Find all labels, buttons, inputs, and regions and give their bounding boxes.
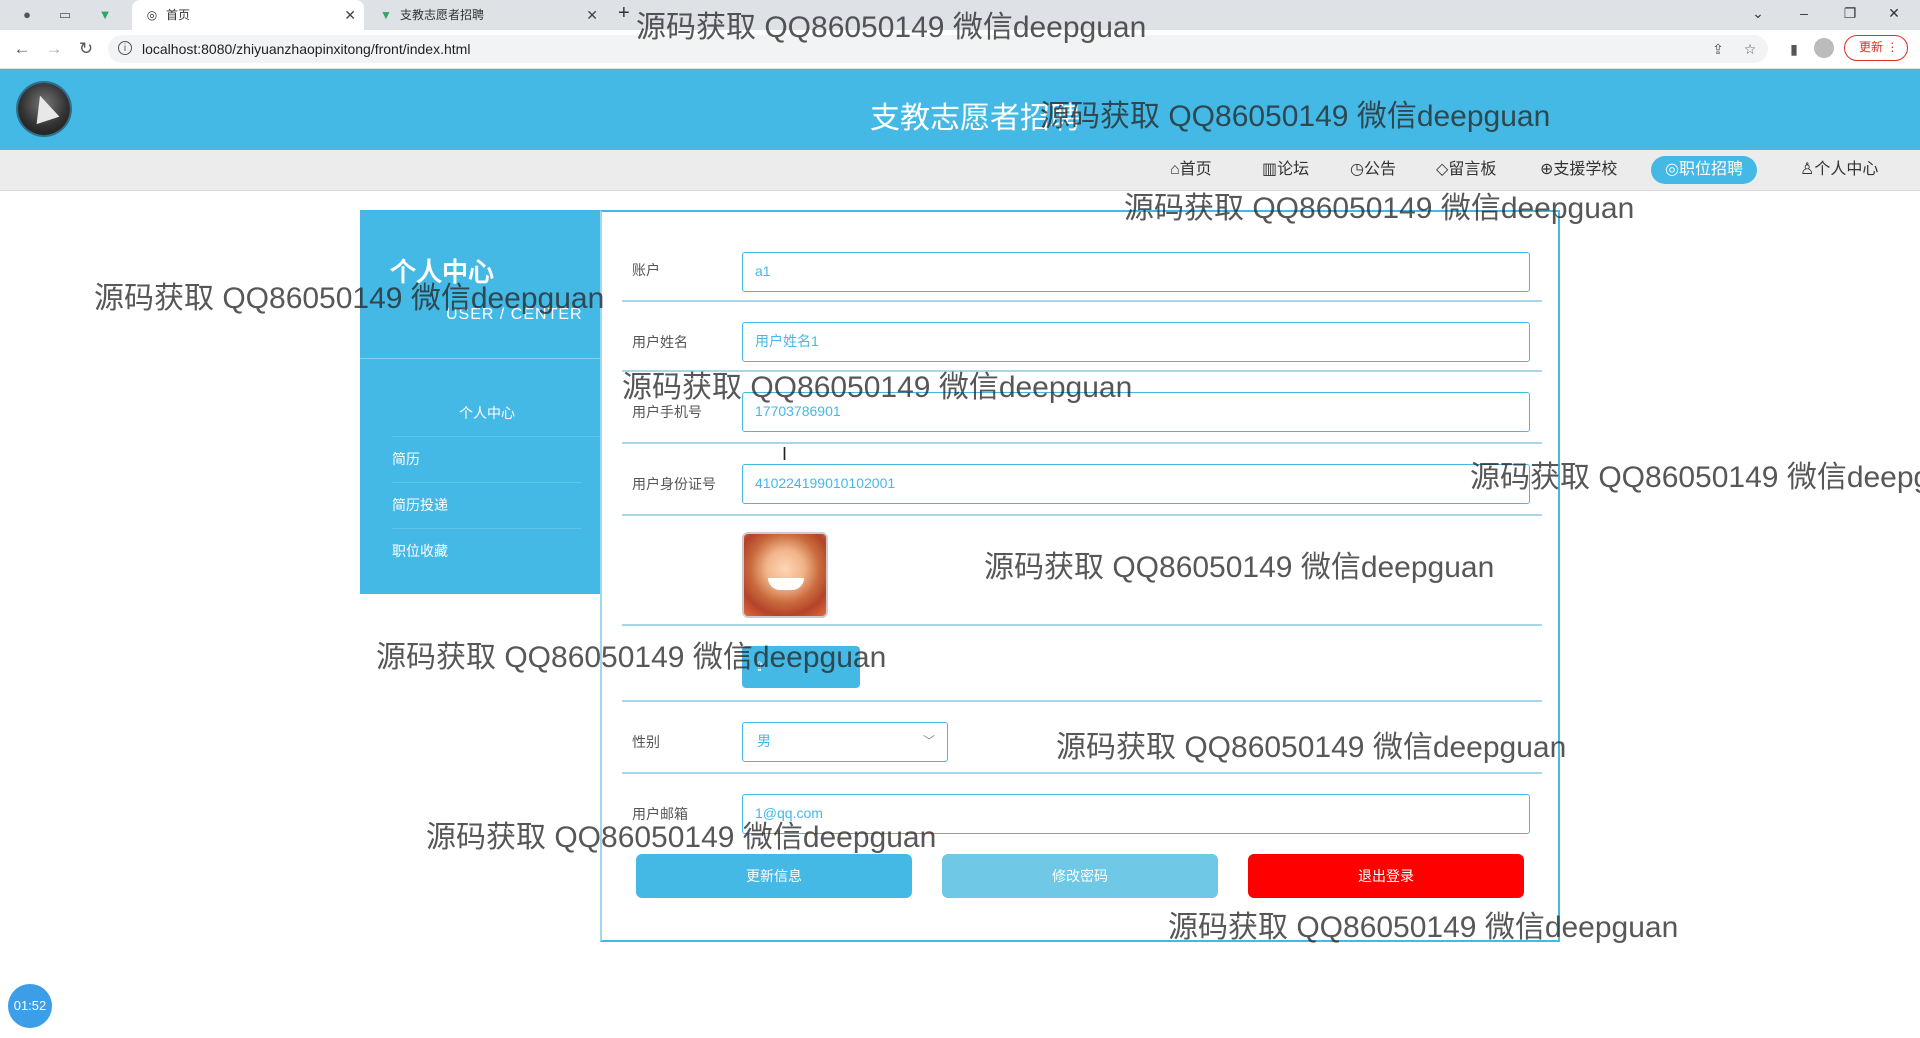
school-icon: ⊕ [1540, 161, 1554, 178]
divider [360, 358, 600, 359]
nav-home[interactable]: ⌂首页 [1170, 156, 1212, 184]
form-row-email: 用户邮箱 1@qq.com [622, 774, 1542, 842]
nav-label: 公告 [1363, 161, 1396, 178]
site-header: 支教志愿者招聘 [0, 69, 1920, 150]
update-info-button[interactable]: 更新信息 [636, 854, 912, 898]
text-cursor-icon: I [782, 444, 788, 464]
sidebar-item-job-favorites[interactable]: 职位收藏 [392, 528, 582, 574]
phone-input[interactable]: 17703786901 [742, 392, 1530, 432]
close-icon[interactable]: ✕ [344, 0, 356, 30]
avatar[interactable] [742, 532, 828, 618]
gender-label: 性别 [632, 734, 660, 750]
vue-icon: ▼ [380, 8, 392, 22]
form-row-account: 账户 a1 [622, 222, 1542, 302]
reload-icon[interactable]: ↻ [76, 39, 96, 59]
phone-label: 用户手机号 [632, 404, 702, 420]
browser-tab-bar: ● ▭ ▼ ◎ 首页 ✕ ▼ 支教志愿者招聘 ✕ + ⌄ – ❐ ✕ [0, 0, 1920, 30]
forum-icon: ▥ [1262, 161, 1278, 178]
window-close-icon[interactable]: ✕ [1874, 0, 1914, 30]
tab-title: 支教志愿者招聘 [400, 8, 485, 22]
star-icon[interactable]: ☆ [1740, 39, 1760, 59]
nav-label: 支援学校 [1553, 161, 1618, 178]
nav-jobs[interactable]: ◎职位招聘 [1651, 156, 1757, 184]
email-label: 用户邮箱 [632, 806, 688, 822]
form-row-name: 用户姓名 用户姓名1 [622, 302, 1542, 372]
github-icon[interactable]: ● [18, 6, 36, 24]
update-button[interactable]: 更新 ⋮ [1844, 35, 1908, 61]
account-label: 账户 [632, 262, 660, 278]
gender-value: 男 [757, 733, 771, 749]
bookmark-icon[interactable]: ▭ [56, 6, 74, 24]
upload-icon: ⇪ [754, 659, 765, 674]
tab-title: 首页 [166, 8, 191, 22]
tab-search-icon[interactable]: ⌄ [1738, 0, 1778, 30]
nav-label: 个人中心 [1814, 161, 1879, 178]
nav-label: 留言板 [1448, 161, 1497, 178]
gender-select[interactable]: 男 ﹀ [742, 722, 948, 762]
main-nav: ⌂首页 ▥论坛 ◷公告 ◇留言板 ⊕支援学校 ◎职位招聘 ♙个人中心 [0, 150, 1920, 191]
idcard-input[interactable]: 410224199010102001 [742, 464, 1530, 504]
info-icon[interactable]: i [118, 41, 132, 55]
site-title: 支教志愿者招聘 [870, 102, 1080, 135]
vue-icon[interactable]: ▼ [96, 6, 114, 24]
form-row-gender: 性别 男 ﹀ [622, 702, 1542, 774]
nav-label: 职位招聘 [1678, 161, 1743, 178]
user-center-sidebar: 个人中心 USER / CENTER 个人中心 简历 简历投递 职位收藏 [360, 210, 618, 594]
nav-label: 首页 [1179, 161, 1212, 178]
url-text: localhost:8080/zhiyuanzhaopinxitong/fron… [142, 41, 471, 57]
sidebar-item-resume[interactable]: 简历 [392, 436, 582, 483]
address-bar: ← → ↻ i localhost:8080/zhiyuanzhaopinxit… [0, 30, 1920, 69]
clock-icon: ◷ [1350, 161, 1364, 178]
form-row-avatar [622, 516, 1542, 626]
recorder-timer[interactable]: 01:52 [8, 984, 52, 1028]
sidebar-item-resume-delivery[interactable]: 简历投递 [392, 482, 582, 529]
form-row-upload: ⇪ [622, 626, 1542, 702]
idcard-label: 用户身份证号 [632, 476, 716, 492]
restore-icon[interactable]: ❐ [1830, 0, 1870, 30]
name-label: 用户姓名 [632, 334, 688, 350]
job-icon: ◎ [1665, 161, 1679, 178]
chevron-down-icon: ﹀ [922, 734, 935, 748]
nav-user-center[interactable]: ♙个人中心 [1800, 156, 1878, 184]
forward-icon[interactable]: → [44, 39, 64, 59]
close-icon[interactable]: ✕ [586, 0, 598, 30]
sidebar-subtitle: USER / CENTER [446, 306, 583, 323]
nav-message-board[interactable]: ◇留言板 [1436, 156, 1496, 184]
site-logo[interactable] [18, 83, 70, 135]
user-icon: ♙ [1800, 161, 1815, 178]
profile-form: 账户 a1 用户姓名 用户姓名1 用户手机号 17703786901 用户身份证… [600, 210, 1560, 942]
email-input[interactable]: 1@qq.com [742, 794, 1530, 834]
url-input[interactable]: i localhost:8080/zhiyuanzhaopinxitong/fr… [108, 35, 1768, 63]
share-icon[interactable]: ⇪ [1708, 39, 1728, 59]
nav-forum[interactable]: ▥论坛 [1262, 156, 1309, 184]
tag-icon: ◇ [1436, 161, 1449, 178]
account-input[interactable]: a1 [742, 252, 1530, 292]
minimize-icon[interactable]: – [1784, 0, 1824, 30]
logout-button[interactable]: 退出登录 [1248, 854, 1524, 898]
sidebar-title: 个人中心 [390, 257, 495, 287]
upload-button[interactable]: ⇪ [742, 646, 860, 688]
home-icon: ⌂ [1170, 161, 1180, 178]
tab-home[interactable]: ◎ 首页 ✕ [132, 0, 364, 30]
avatar[interactable] [1814, 38, 1834, 58]
new-tab-icon[interactable]: + [618, 2, 630, 25]
back-icon[interactable]: ← [12, 39, 32, 59]
sidebar-item-user-center[interactable]: 个人中心 [392, 390, 618, 437]
nav-notice[interactable]: ◷公告 [1350, 156, 1396, 184]
update-label: 更新 [1859, 40, 1884, 54]
nav-label: 论坛 [1277, 161, 1310, 178]
change-password-button[interactable]: 修改密码 [942, 854, 1218, 898]
tab-volunteer[interactable]: ▼ 支教志愿者招聘 ✕ [366, 0, 606, 30]
name-input[interactable]: 用户姓名1 [742, 322, 1530, 362]
sidepanel-icon[interactable]: ▮ [1784, 39, 1804, 59]
form-row-phone: 用户手机号 17703786901 [622, 372, 1542, 444]
form-row-idcard: 用户身份证号 410224199010102001 [622, 444, 1542, 516]
globe-icon: ◎ [146, 8, 158, 22]
nav-schools[interactable]: ⊕支援学校 [1540, 156, 1617, 184]
